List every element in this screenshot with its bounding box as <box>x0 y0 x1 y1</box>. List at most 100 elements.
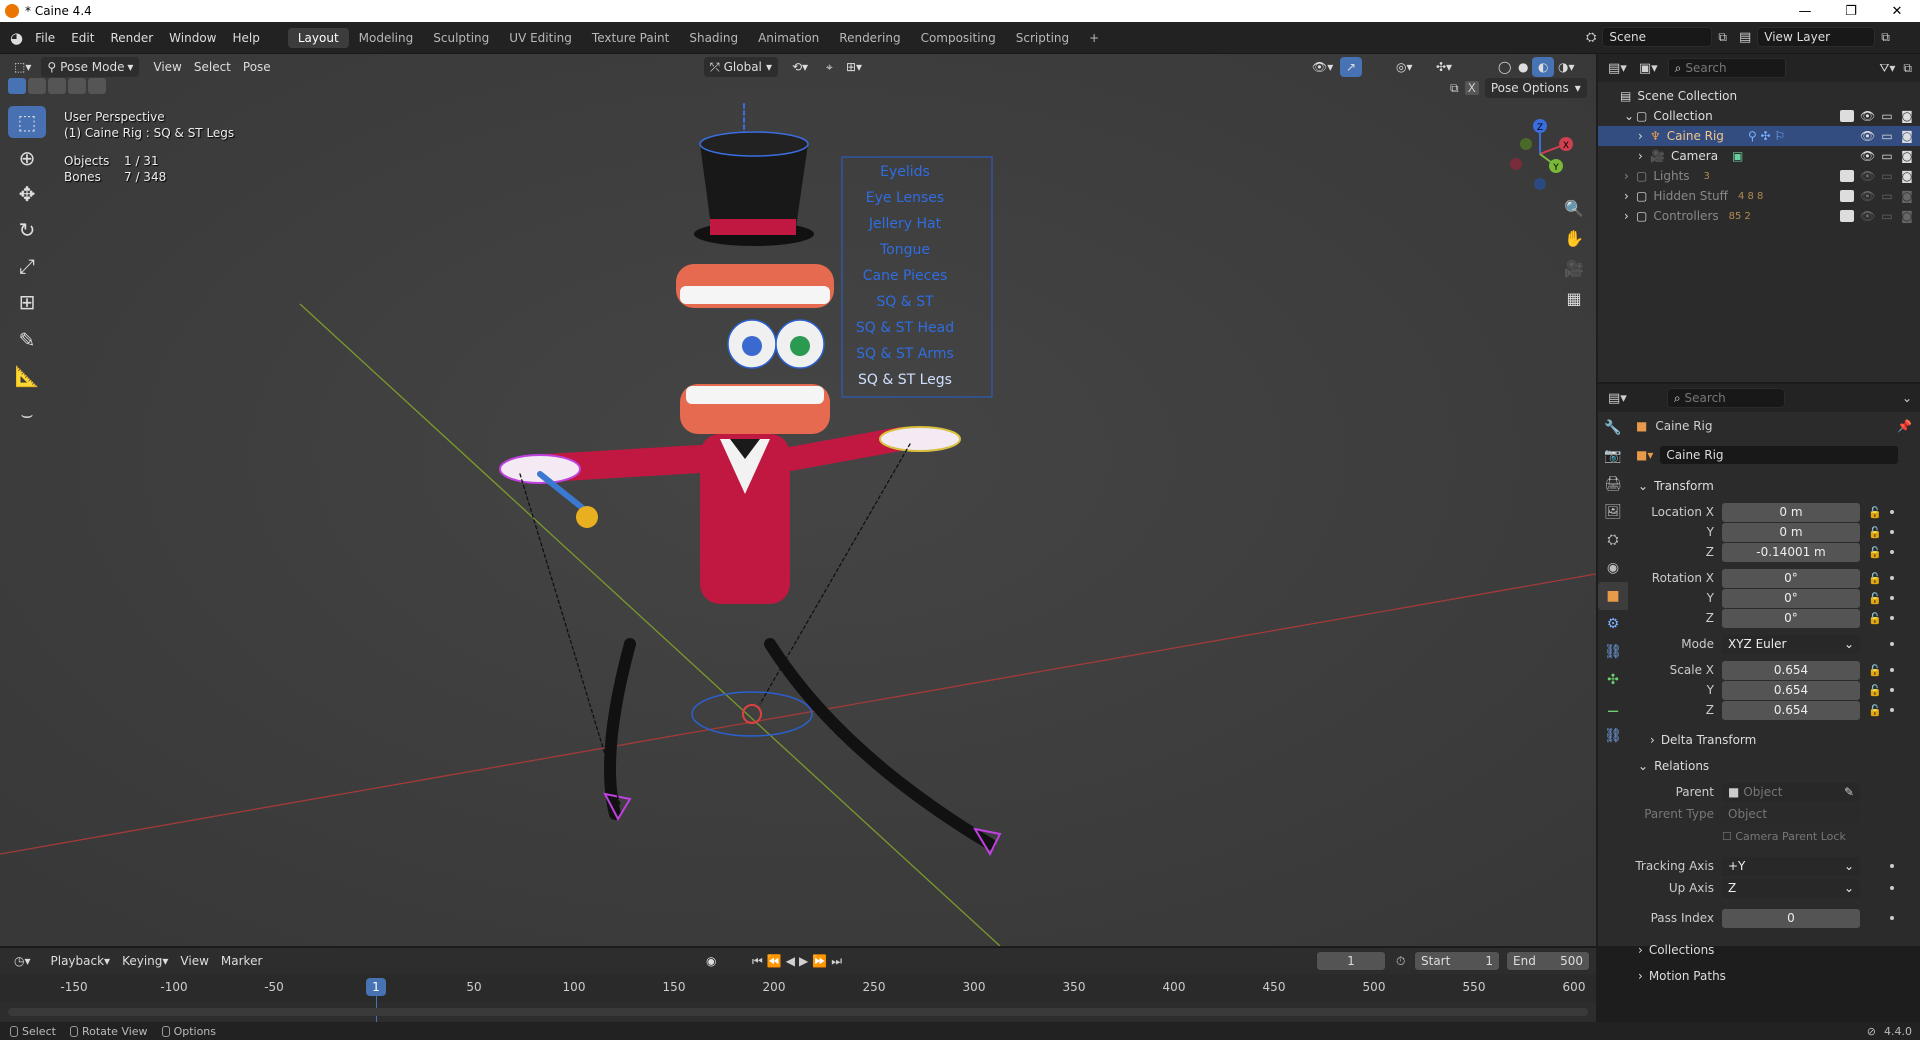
editor-type-icon[interactable]: ⬚▾ <box>8 57 37 77</box>
eye-icon[interactable]: 👁 <box>1860 209 1875 223</box>
view-layer-selector[interactable]: View Layer <box>1757 27 1876 47</box>
tab-texture-paint[interactable]: Texture Paint <box>582 28 679 48</box>
camera-render-icon[interactable]: ◙ <box>1900 169 1914 183</box>
auto-keying-icon[interactable]: ◉ <box>700 951 722 971</box>
keyframe-dot[interactable] <box>1890 886 1894 890</box>
scale-z-field[interactable]: 0.654 <box>1722 700 1860 720</box>
close-button[interactable]: ✕ <box>1874 4 1920 19</box>
exclude-checkbox[interactable]: ✓ <box>1840 190 1854 202</box>
expand-icon[interactable]: › <box>1624 209 1636 223</box>
view-layer-tab-icon[interactable]: 🖼 <box>1598 498 1628 526</box>
pin-icon[interactable]: 📌 <box>1897 419 1912 433</box>
orientation-selector[interactable]: ⤱ Global ▾ <box>704 57 778 77</box>
world-tab-icon[interactable]: ◉ <box>1598 554 1628 582</box>
play-reverse-icon[interactable]: ◀ <box>786 954 795 968</box>
eye-icon[interactable]: 👁 <box>1860 169 1875 183</box>
bone-constraints-tab-icon[interactable]: ⛓ <box>1598 722 1628 750</box>
add-workspace-button[interactable]: + <box>1079 28 1109 48</box>
tab-scripting[interactable]: Scripting <box>1006 28 1079 48</box>
tab-shading[interactable]: Shading <box>679 28 748 48</box>
object-name-field[interactable]: Caine Rig <box>1659 445 1900 465</box>
bone-overlay-icon[interactable]: ✣▾ <box>1430 57 1458 77</box>
pose-options-button[interactable]: Pose Options ▾ <box>1484 78 1587 98</box>
delta-transform-header[interactable]: › Delta Transform <box>1632 728 1920 752</box>
start-frame-field[interactable]: Start 1 <box>1414 951 1500 971</box>
relations-panel-header[interactable]: ⌄ Relations <box>1632 754 1920 778</box>
lock-icon[interactable]: 🔓 <box>1868 612 1884 625</box>
outliner-item-collection[interactable]: ⌄ ▢ Collection ✓ 👁 ▭ ◙ <box>1598 106 1920 126</box>
menu-window[interactable]: Window <box>161 31 224 45</box>
outliner-search[interactable]: ⌕ Search <box>1667 58 1786 78</box>
monitor-icon[interactable]: ▭ <box>1880 169 1894 183</box>
exclude-checkbox[interactable]: ✓ <box>1840 170 1854 182</box>
menu-help[interactable]: Help <box>225 31 268 45</box>
keyframe-dot[interactable] <box>1890 642 1894 646</box>
menu-select[interactable]: Select <box>188 57 237 77</box>
lock-icon[interactable]: 🔓 <box>1868 704 1884 717</box>
new-scene-icon[interactable]: ⧉ <box>1718 30 1727 45</box>
monitor-icon[interactable]: ▭ <box>1880 109 1894 123</box>
scene-selector[interactable]: Scene <box>1602 27 1713 47</box>
pan-hand-icon[interactable]: ✋ <box>1560 224 1588 252</box>
bone-layer-eye-lenses[interactable]: Eye Lenses <box>850 190 960 216</box>
navigation-gizmo[interactable]: Z X Y <box>1500 114 1580 194</box>
lock-icon[interactable]: 🔓 <box>1868 572 1884 585</box>
pose-data-icon[interactable]: ⚲ ✣ ⚐ <box>1748 129 1785 143</box>
lock-icon[interactable]: 🔓 <box>1868 506 1884 519</box>
end-frame-field[interactable]: End 500 <box>1506 951 1590 971</box>
monitor-icon[interactable]: ▭ <box>1880 209 1894 223</box>
keyframe-dot[interactable] <box>1890 550 1894 554</box>
select-new-icon[interactable] <box>8 78 26 94</box>
current-frame-field[interactable]: 1 <box>1316 951 1386 971</box>
outliner-root[interactable]: ▤ Scene Collection <box>1598 86 1920 106</box>
bone-layer-jellery-hat[interactable]: Jellery Hat <box>850 216 960 242</box>
pass-index-field[interactable]: 0 <box>1722 908 1860 928</box>
camera-view-icon[interactable]: 🎥 <box>1560 254 1588 282</box>
outliner-item-caine-rig[interactable]: › ♆ Caine Rig ⚲ ✣ ⚐ 👁 ▭ ◙ <box>1598 126 1920 146</box>
scale-x-field[interactable]: 0.654 <box>1722 660 1860 680</box>
rotation-mode-dropdown[interactable]: XYZ Euler ⌄ <box>1722 634 1860 654</box>
marker-menu[interactable]: Marker <box>215 951 268 971</box>
shading-rendered-icon[interactable]: ◑▾ <box>1552 57 1581 77</box>
rotation-y-field[interactable]: 0° <box>1722 588 1860 608</box>
blender-menu-icon[interactable]: ◕ <box>10 29 23 47</box>
snap-icon[interactable]: ⌖ <box>820 57 839 77</box>
relax-tool-icon[interactable]: ⌣ <box>8 398 46 430</box>
armature-data-tab-icon[interactable]: ✣ <box>1598 666 1628 694</box>
minimize-button[interactable]: — <box>1782 4 1828 19</box>
jump-next-key-icon[interactable]: ⏩ <box>812 954 827 968</box>
keyframe-dot[interactable] <box>1890 616 1894 620</box>
keying-menu[interactable]: Keying ▾ <box>116 951 174 971</box>
expand-icon[interactable]: ⌄ <box>1624 109 1636 123</box>
location-y-field[interactable]: 0 m <box>1722 522 1860 542</box>
playhead[interactable]: 1 <box>366 978 386 996</box>
rotation-x-field[interactable]: 0° <box>1722 568 1860 588</box>
zoom-icon[interactable]: 🔍 <box>1560 194 1588 222</box>
transform-tool-icon[interactable]: ⊞ <box>8 286 46 318</box>
display-mode-icon[interactable]: ▣▾ <box>1639 61 1658 76</box>
bone-layer-cane-pieces[interactable]: Cane Pieces <box>850 268 960 294</box>
outliner-item-camera[interactable]: › 🎥 Camera ▣ 👁 ▭ ◙ <box>1598 146 1920 166</box>
scale-tool-icon[interactable]: ⤢ <box>8 250 46 282</box>
collections-panel-header[interactable]: › Collections <box>1632 938 1920 962</box>
transform-panel-header[interactable]: ⌄ Transform <box>1632 474 1920 498</box>
camera-render-icon[interactable]: ◙ <box>1900 109 1914 123</box>
timeline-scrollbar[interactable] <box>8 1008 1588 1016</box>
keyframe-dot[interactable] <box>1890 916 1894 920</box>
mirror-x-label[interactable]: X <box>1464 81 1479 95</box>
rotate-tool-icon[interactable]: ↻ <box>8 214 46 246</box>
eye-icon[interactable]: 👁 <box>1860 109 1875 123</box>
snap-target-icon[interactable]: ⊞▾ <box>840 57 868 77</box>
scene-tab-icon[interactable]: ⛭ <box>1598 526 1628 554</box>
camera-render-icon[interactable]: ◙ <box>1900 209 1914 223</box>
tab-compositing[interactable]: Compositing <box>911 28 1006 48</box>
keyframe-dot[interactable] <box>1890 688 1894 692</box>
gizmo-toggle-icon[interactable]: ↗ <box>1340 57 1363 77</box>
properties-editor-icon[interactable]: ▤▾ <box>1608 391 1627 406</box>
camera-render-icon[interactable]: ◙ <box>1900 189 1914 203</box>
eye-icon[interactable]: 👁 <box>1860 189 1875 203</box>
visibility-icon[interactable]: 👁▾ <box>1306 57 1339 77</box>
bone-layer-sq-st-head[interactable]: SQ & ST Head <box>850 320 960 346</box>
lock-icon[interactable]: 🔓 <box>1868 526 1884 539</box>
keyframe-dot[interactable] <box>1890 530 1894 534</box>
